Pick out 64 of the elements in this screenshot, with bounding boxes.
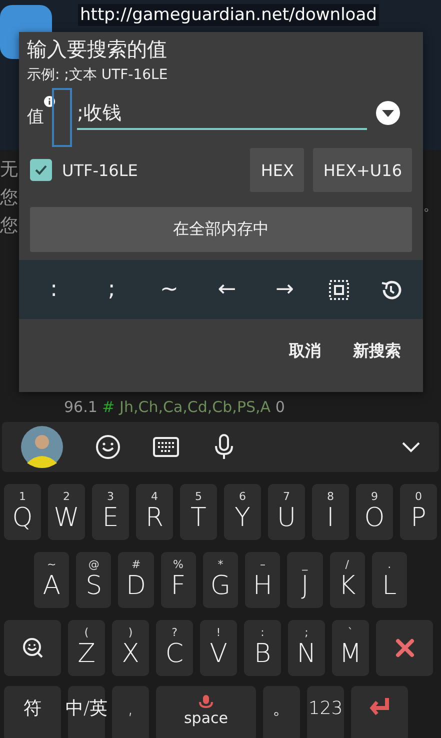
keyboard-key[interactable]: _ J: [287, 552, 323, 608]
keyboard-key[interactable]: 3 E: [92, 484, 129, 540]
dialog-action-button[interactable]: 取消: [277, 335, 333, 368]
keyboard-key[interactable]: / K: [330, 552, 365, 608]
keyboard-key[interactable]: 4 R: [136, 484, 173, 540]
symbol-key[interactable]: →: [270, 277, 300, 302]
keyboard-key[interactable]: 2 W: [48, 484, 85, 540]
background-text: 您: [0, 214, 18, 238]
example-text: 示例: ;文本 UTF-16LE: [26, 66, 169, 84]
keyboard-key[interactable]: % F: [160, 552, 196, 608]
result-line: 96.1 # Jh,Ch,Ca,Cd,Cb,PS,A 0: [64, 398, 285, 416]
keyboard-key[interactable]: 0 P: [400, 484, 437, 540]
keyboard-key[interactable]: 7 U: [268, 484, 305, 540]
microphone-icon: [198, 694, 214, 710]
keyboard-key[interactable]: – H: [245, 552, 280, 608]
dialog-title: 输入要搜索的值: [26, 36, 168, 63]
type-button[interactable]: HEX+U16: [313, 148, 412, 192]
space-key[interactable]: space: [156, 686, 256, 738]
dialog-action-button[interactable]: 新搜索: [341, 335, 413, 368]
keyboard-key[interactable]: ! V: [200, 620, 237, 676]
info-icon[interactable]: [44, 96, 55, 107]
keyboard-key[interactable]: 。: [263, 686, 300, 738]
checkbox-label[interactable]: UTF-16LE: [62, 160, 138, 180]
emoji-search-icon: [20, 636, 44, 660]
keyboard-key[interactable]: ? C: [156, 620, 193, 676]
keyboard-key[interactable]: 1 Q: [4, 484, 41, 540]
keyboard-key[interactable]: @ S: [76, 552, 112, 608]
background-text: 。: [423, 195, 439, 216]
keyboard-key[interactable]: . L: [372, 552, 407, 608]
keyboard-key[interactable]: 5 T: [180, 484, 217, 540]
keyboard-key[interactable]: ) X: [112, 620, 149, 676]
avatar-icon[interactable]: [20, 425, 64, 469]
watermark-url: http://gameguardian.net/download: [78, 4, 379, 26]
keyboard-key[interactable]: 8 I: [312, 484, 349, 540]
keyboard-key[interactable]: 123: [307, 686, 344, 738]
emoji-icon[interactable]: [94, 433, 122, 461]
symbol-key[interactable]: ;: [96, 277, 127, 302]
keyboard-key[interactable]: ,: [112, 686, 149, 738]
background-text: 您: [0, 186, 18, 210]
keyboard-key[interactable]: 符: [4, 686, 61, 738]
type-button[interactable]: HEX: [250, 148, 304, 192]
symbol-key[interactable]: :: [38, 277, 69, 302]
background-text: 无: [0, 158, 18, 182]
select-all-icon[interactable]: [327, 278, 352, 302]
symbol-key[interactable]: ~: [154, 277, 184, 302]
value-label: 值: [27, 106, 44, 128]
keyboard-key[interactable]: * G: [202, 552, 238, 608]
value-field[interactable]: ;收钱: [77, 100, 367, 130]
dropdown-icon[interactable]: [375, 100, 401, 126]
keyboard-key[interactable]: 中/英: [68, 686, 105, 738]
checkbox[interactable]: [30, 159, 52, 181]
keyboard-key[interactable]: ; N: [288, 620, 325, 676]
keyboard-key[interactable]: [4, 620, 61, 676]
collapse-icon[interactable]: [401, 441, 421, 453]
keyboard-key[interactable]: ( Z: [68, 620, 105, 676]
keyboard-key[interactable]: # D: [118, 552, 154, 608]
keyboard-key[interactable]: ~ A: [34, 552, 70, 608]
keyboard-key[interactable]: : B: [244, 620, 281, 676]
memory-range-button[interactable]: 在全部内存中: [30, 207, 412, 252]
symbol-key[interactable]: ←: [212, 277, 242, 302]
keyboard-key[interactable]: ` M: [332, 620, 369, 676]
cursor-handle[interactable]: [52, 88, 72, 147]
keyboard-key[interactable]: 6 Y: [224, 484, 261, 540]
keyboard-key[interactable]: 9 O: [356, 484, 393, 540]
